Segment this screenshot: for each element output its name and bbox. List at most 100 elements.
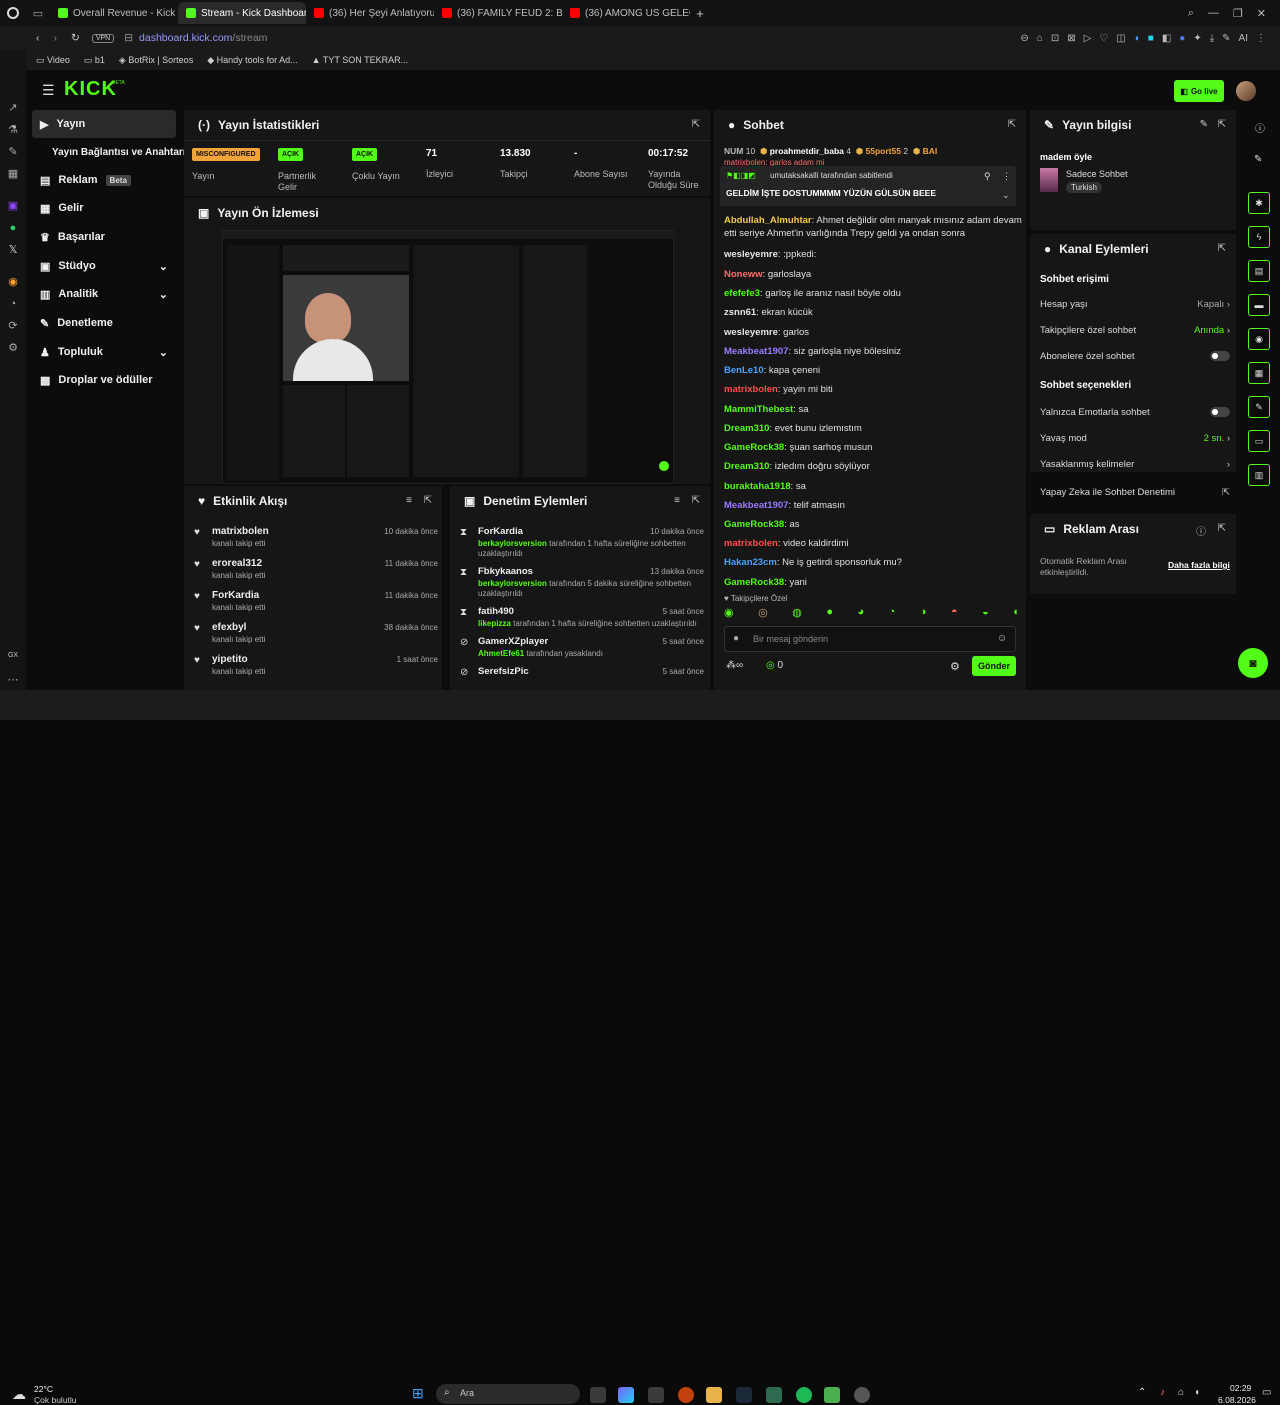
chat-username[interactable]: GameRock38 [724, 577, 784, 588]
chat-username[interactable]: wesleyemre [724, 249, 778, 260]
audio-icon[interactable]: ◖ [1134, 33, 1140, 44]
x-twitter-icon[interactable]: 𝕏 [7, 244, 19, 256]
calendar-icon[interactable]: ▦ [7, 168, 19, 180]
sidebar-item-moderation[interactable]: ✎ Denetleme [32, 309, 176, 337]
more-menu-icon[interactable]: ⋮ [1256, 33, 1266, 44]
downloads-icon[interactable]: ⟳ [7, 320, 19, 332]
chat-message[interactable]: Dream310: evet bunu izlemıstım [724, 422, 1024, 435]
sidebar-item-community[interactable]: ♟ Topluluk ⌄ [32, 338, 176, 366]
bookmark-video[interactable]: ▭ Video [36, 55, 70, 66]
back-icon[interactable]: ‹ [36, 32, 40, 44]
music-player-icon[interactable]: ◉ [7, 276, 19, 288]
chat-message[interactable]: GameRock38: yani [724, 576, 1024, 589]
menu-icon[interactable]: ◫ [1116, 33, 1125, 44]
opera-gx-taskbar-icon[interactable] [678, 1387, 694, 1403]
pinboard-icon[interactable]: ✎ [1222, 33, 1230, 44]
bookmark-handy-tools[interactable]: ◆ Handy tools for Ad... [207, 55, 297, 66]
taskbar-search[interactable]: ⌕ Ara [436, 1384, 580, 1404]
edit-icon[interactable]: ✎ [1200, 119, 1208, 130]
search-tabs-icon[interactable]: ⌕ [1188, 7, 1194, 20]
popout-icon[interactable]: ⇱ [424, 495, 432, 506]
chat-message[interactable]: MammiThebest: sa [724, 403, 1024, 416]
emote-icon[interactable]: ◕ [857, 606, 864, 622]
copilot-icon[interactable] [618, 1387, 634, 1403]
quick-action-button[interactable]: ϟ [1248, 226, 1270, 248]
subs-chat-setting[interactable]: Abonelere özel sohbet [1040, 348, 1230, 364]
emote-icon[interactable]: ◎ [758, 606, 768, 622]
popout-icon[interactable]: ⇱ [692, 495, 700, 506]
emote-only-setting[interactable]: Yalnızca Emotlarla sohbet [1040, 404, 1230, 420]
popout-icon[interactable]: ⇱ [1218, 243, 1226, 254]
chat-username[interactable]: buraktaha1918 [724, 481, 791, 492]
chat-message[interactable]: wesleyemre: :ppkedi: [724, 248, 1024, 261]
sidebar-item-analytics[interactable]: ▥ Analitik ⌄ [32, 280, 176, 308]
puzzle-icon[interactable]: ◧ [1162, 33, 1171, 44]
stream-preview-video[interactable] [222, 230, 675, 484]
kick-logo[interactable]: KICK [64, 78, 117, 101]
chat-message[interactable]: buraktaha1918: sa [724, 480, 1024, 493]
emote-icon[interactable]: ◓ [951, 606, 958, 622]
twitch-icon[interactable]: ▣ [7, 200, 19, 212]
chat-message[interactable]: matrixbolen: yayin mi biti [724, 383, 1024, 396]
more-icon[interactable]: ⋯ [7, 674, 19, 686]
popout-icon[interactable]: ⇱ [1008, 119, 1016, 130]
chevron-down-icon[interactable]: ⌄ [1002, 190, 1010, 201]
chat-username[interactable]: Noneww [724, 269, 763, 280]
chat-username[interactable]: efefefe3 [724, 288, 760, 299]
chat-username[interactable]: matrixbolen [724, 384, 778, 395]
popout-icon[interactable]: ⇱ [692, 119, 700, 130]
avatar[interactable] [1236, 81, 1256, 101]
emote-icon[interactable]: ◍ [792, 606, 802, 622]
emote-icon[interactable]: ◐ [1013, 606, 1020, 622]
account-age-setting[interactable]: Hesap yaşı‍Kapalı › [1040, 296, 1230, 312]
hamburger-menu-icon[interactable]: ☰ [42, 82, 55, 99]
quick-action-button[interactable]: ▬ [1248, 294, 1270, 316]
chat-username[interactable]: Hakan23cm [724, 557, 777, 568]
ai-label[interactable]: AI [1239, 33, 1248, 44]
sidebar-item-drops[interactable]: ▩ Droplar ve ödüller [32, 366, 176, 394]
info-icon[interactable]: ⓘ [1255, 120, 1265, 135]
emote-icon[interactable]: ● [826, 606, 833, 622]
store-icon[interactable] [648, 1387, 664, 1403]
emote-icon[interactable]: ◔ [889, 606, 896, 622]
tab-stream-dashboard[interactable]: Stream - Kick Dashboard× [178, 2, 306, 24]
emote-only-toggle[interactable] [1210, 407, 1230, 417]
weather-icon[interactable]: ☁ [12, 1386, 26, 1403]
lock-icon[interactable]: ⊟ [124, 32, 133, 44]
sidebar-item-revenue[interactable]: ▦ Gelir [32, 194, 176, 222]
popout-icon[interactable]: ⇱ [1218, 119, 1226, 130]
microphone-icon[interactable]: ♪ [1160, 1387, 1165, 1398]
sidebar-item-ads[interactable]: ▤ Reklam Beta [32, 166, 176, 194]
quick-action-button[interactable]: ▥ [1248, 464, 1270, 486]
kick-extension-icon[interactable]: ■ [1148, 33, 1154, 44]
quick-action-button[interactable]: ▦ [1248, 362, 1270, 384]
sidebar-item-achievements[interactable]: ♛ Başarılar [32, 223, 176, 251]
settings-icon[interactable]: ⚙ [7, 342, 19, 354]
chat-message[interactable]: Abdullah_Almuhtar: Ahmet değildir olm ma… [724, 214, 1024, 240]
quick-action-button[interactable]: ▤ [1248, 260, 1270, 282]
learn-more-link[interactable]: Daha fazla bilgi [1168, 560, 1230, 570]
chat-username[interactable]: Dream310 [724, 423, 769, 434]
pinned-message[interactable]: ⚑◧◨◩ umutaksakalli tarafından sabitlendi… [720, 166, 1016, 206]
filter-icon[interactable]: ≡ [406, 495, 412, 506]
chat-username[interactable]: Dream310 [724, 461, 769, 472]
snapshot-icon[interactable]: ⊡ [1051, 33, 1059, 44]
notifications-icon[interactable]: ▭ [1262, 1387, 1271, 1398]
pip-icon[interactable]: ⊠ [1067, 33, 1075, 44]
close-window-icon[interactable]: ✕ [1257, 7, 1266, 20]
volume-icon[interactable]: ◖ [1194, 1387, 1200, 1398]
chat-username[interactable]: wesleyemre [724, 327, 778, 338]
chat-username[interactable]: matrixbolen [724, 538, 778, 549]
chat-message[interactable]: Meakbeat1907: telif atmasın [724, 499, 1024, 512]
chat-message[interactable]: Meakbeat1907: siz garloşla niye bölesini… [724, 345, 1024, 358]
slow-mode-setting[interactable]: Yavaş mod 2 sn. › [1040, 430, 1230, 446]
url-field[interactable]: dashboard.kick.com/stream [139, 32, 267, 44]
channel-points[interactable]: ⁂∞ [726, 660, 743, 671]
minecraft-icon[interactable] [824, 1387, 840, 1403]
emote-icon[interactable]: ◑ [920, 606, 927, 622]
sidebar-item-studio[interactable]: ▣ Stüdyo ⌄ [32, 252, 176, 280]
tab-youtube-1[interactable]: (36) Her Şeyi Anlatıyorum [306, 2, 434, 24]
opera-gx-logo-icon[interactable] [0, 0, 26, 26]
chat-message[interactable]: efefefe3: garloş ile aranız nasıl böyle … [724, 287, 1024, 300]
zoom-icon[interactable]: ⊖ [1020, 33, 1028, 44]
